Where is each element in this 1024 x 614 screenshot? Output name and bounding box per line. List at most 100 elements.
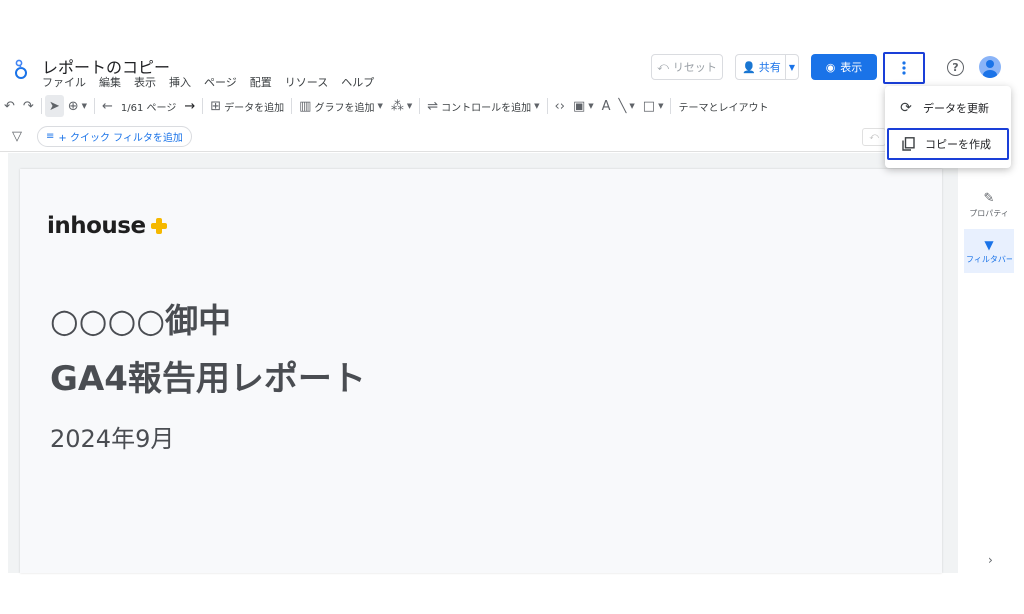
undo-icon: ↶ bbox=[4, 98, 15, 114]
add-chart-icon: ▥ bbox=[299, 98, 312, 114]
add-control-button[interactable]: ⇌ コントロールを追加 ▼ bbox=[423, 95, 543, 117]
menu-item-label: データを更新 bbox=[923, 102, 989, 115]
pencil-icon: ✎ bbox=[983, 191, 995, 206]
menu-insert[interactable]: 挿入 bbox=[169, 74, 191, 90]
divider bbox=[546, 98, 548, 114]
chevron-down-icon: ▼ bbox=[377, 102, 383, 110]
add-control-label: コントロールを追加 bbox=[441, 102, 532, 114]
reset-label: リセット bbox=[672, 61, 717, 74]
menu-item-label: コピーを作成 bbox=[925, 138, 991, 151]
plus-icon bbox=[150, 218, 167, 234]
rail-filter-bar[interactable]: ▼ フィルタバー bbox=[964, 229, 1014, 273]
share-dropdown-caret-icon[interactable]: ▼ bbox=[786, 63, 798, 72]
view-label: 表示 bbox=[840, 61, 863, 74]
line-icon: ╲ bbox=[618, 98, 627, 114]
rail-properties-label: プロパティ bbox=[969, 209, 1009, 218]
page-indicator[interactable]: 1/61 ページ bbox=[117, 95, 180, 117]
prev-page-button[interactable]: ← bbox=[98, 95, 117, 117]
community-viz-button[interactable]: ⁂ ▼ bbox=[387, 95, 416, 117]
menu-item-make-copy[interactable]: コピーを作成 bbox=[887, 128, 1009, 160]
menu-page[interactable]: ページ bbox=[204, 74, 237, 90]
cursor-icon: ➤ bbox=[48, 98, 60, 114]
avatar[interactable] bbox=[979, 56, 1001, 78]
add-data-label: データを追加 bbox=[224, 102, 285, 114]
image-button[interactable]: ▣ ▼ bbox=[569, 95, 598, 117]
avatar-person-icon bbox=[983, 60, 997, 78]
chevron-down-icon: ▼ bbox=[658, 102, 664, 110]
add-chart-label: グラフを追加 bbox=[314, 102, 375, 114]
looker-studio-logo-icon[interactable] bbox=[14, 58, 28, 80]
copy-icon bbox=[901, 137, 915, 151]
add-data-icon: ⊞ bbox=[210, 98, 222, 114]
zoom-icon: ⊕ bbox=[67, 98, 79, 114]
theme-layout-button[interactable]: テーマとレイアウト bbox=[674, 95, 772, 117]
toolbar: ↶ ↷ ➤ ⊕ ▼ ← 1/61 ページ → ⊞ データを追加 ▥ グラフを追加 ▼ ⁂… bbox=[0, 94, 1024, 118]
chevron-right-icon[interactable]: › bbox=[988, 553, 993, 567]
rectangle-icon: □ bbox=[642, 98, 656, 114]
more-options-button[interactable] bbox=[883, 52, 925, 84]
divider bbox=[291, 98, 293, 114]
text-box-icon: A bbox=[601, 98, 611, 114]
share-label: 共有 bbox=[758, 61, 781, 74]
next-page-button[interactable]: → bbox=[180, 95, 199, 117]
eye-icon: ◉ bbox=[825, 60, 836, 74]
menu-item-refresh-data[interactable]: ⟳ データを更新 bbox=[887, 92, 1009, 124]
menu-edit[interactable]: 編集 bbox=[99, 74, 121, 90]
redo-icon: ↷ bbox=[22, 98, 34, 114]
chevron-down-icon: ▼ bbox=[629, 102, 635, 110]
canvas-area: inhouse ○○○○御中 GA4報告用レポート 2024年9月 bbox=[8, 153, 958, 573]
menu-bar: ファイル 編集 表示 挿入 ページ 配置 リソース ヘルプ bbox=[42, 74, 374, 90]
rail-properties[interactable]: ✎ プロパティ bbox=[964, 183, 1014, 227]
divider bbox=[202, 98, 204, 114]
report-page[interactable]: inhouse ○○○○御中 GA4報告用レポート 2024年9月 bbox=[20, 169, 942, 573]
chevron-down-icon: ▼ bbox=[81, 102, 88, 110]
header: レポートのコピー ファイル 編集 表示 挿入 ページ 配置 リソース ヘルプ ⤺… bbox=[8, 52, 1018, 92]
divider bbox=[419, 98, 421, 114]
divider bbox=[670, 98, 672, 114]
help-icon[interactable]: ? bbox=[947, 59, 964, 76]
add-data-button[interactable]: ⊞ データを追加 bbox=[206, 95, 288, 117]
report-title[interactable]: GA4報告用レポート bbox=[50, 351, 366, 400]
share-main[interactable]: 👤 共有 bbox=[736, 55, 786, 79]
filter-list-icon: ≡ bbox=[46, 131, 55, 142]
add-chart-button[interactable]: ▥ グラフを追加 ▼ bbox=[295, 95, 387, 117]
refresh-icon: ⟳ bbox=[900, 100, 912, 116]
reset-filter-button[interactable]: ⤺ bbox=[862, 128, 886, 146]
arrow-left-icon: ← bbox=[102, 98, 113, 114]
right-panel-rail: ✎ プロパティ ▼ フィルタバー › bbox=[958, 153, 1024, 573]
select-tool-button[interactable]: ➤ bbox=[44, 95, 64, 117]
filter-icon: ▼ bbox=[984, 237, 994, 252]
embed-button[interactable]: ‹› bbox=[551, 95, 569, 117]
image-icon: ▣ bbox=[572, 98, 586, 114]
menu-resource[interactable]: リソース bbox=[285, 74, 328, 90]
filter-icon[interactable]: ▽ bbox=[12, 129, 22, 144]
line-button[interactable]: ╲ ▼ bbox=[615, 95, 639, 117]
menu-help[interactable]: ヘルプ bbox=[341, 74, 374, 90]
view-button[interactable]: ◉ 表示 bbox=[811, 54, 877, 80]
components-icon: ⁂ bbox=[390, 98, 404, 114]
shape-button[interactable]: □ ▼ bbox=[639, 95, 668, 117]
undo-button[interactable]: ↶ bbox=[0, 95, 19, 117]
share-button[interactable]: 👤 共有 ▼ bbox=[735, 54, 799, 80]
menu-arrange[interactable]: 配置 bbox=[250, 74, 272, 90]
brand-logo: inhouse bbox=[47, 213, 167, 239]
client-name[interactable]: ○○○○御中 bbox=[50, 294, 231, 342]
quick-filter-label: + クイック フィルタを追加 bbox=[58, 133, 183, 144]
zoom-button[interactable]: ⊕ ▼ bbox=[64, 95, 91, 117]
brand-name: inhouse bbox=[47, 213, 146, 239]
rail-filter-bar-label: フィルタバー bbox=[966, 254, 1012, 264]
chevron-down-icon: ▼ bbox=[588, 102, 594, 110]
menu-view[interactable]: 表示 bbox=[134, 74, 156, 90]
more-options-menu: ⟳ データを更新 コピーを作成 bbox=[885, 86, 1011, 168]
divider bbox=[40, 98, 42, 114]
reset-button[interactable]: ⤺ リセット bbox=[651, 54, 723, 80]
code-icon: ‹› bbox=[554, 98, 565, 114]
chevron-down-icon: ▼ bbox=[534, 102, 540, 110]
filter-bar: ▽ ≡ + クイック フィルタを追加 ⤺ bbox=[0, 122, 886, 152]
redo-button[interactable]: ↷ bbox=[19, 95, 38, 117]
arrow-right-icon: → bbox=[184, 98, 196, 114]
text-button[interactable]: A bbox=[598, 95, 615, 117]
menu-file[interactable]: ファイル bbox=[42, 74, 86, 90]
add-quick-filter-button[interactable]: ≡ + クイック フィルタを追加 bbox=[37, 126, 192, 147]
report-date[interactable]: 2024年9月 bbox=[50, 419, 174, 454]
